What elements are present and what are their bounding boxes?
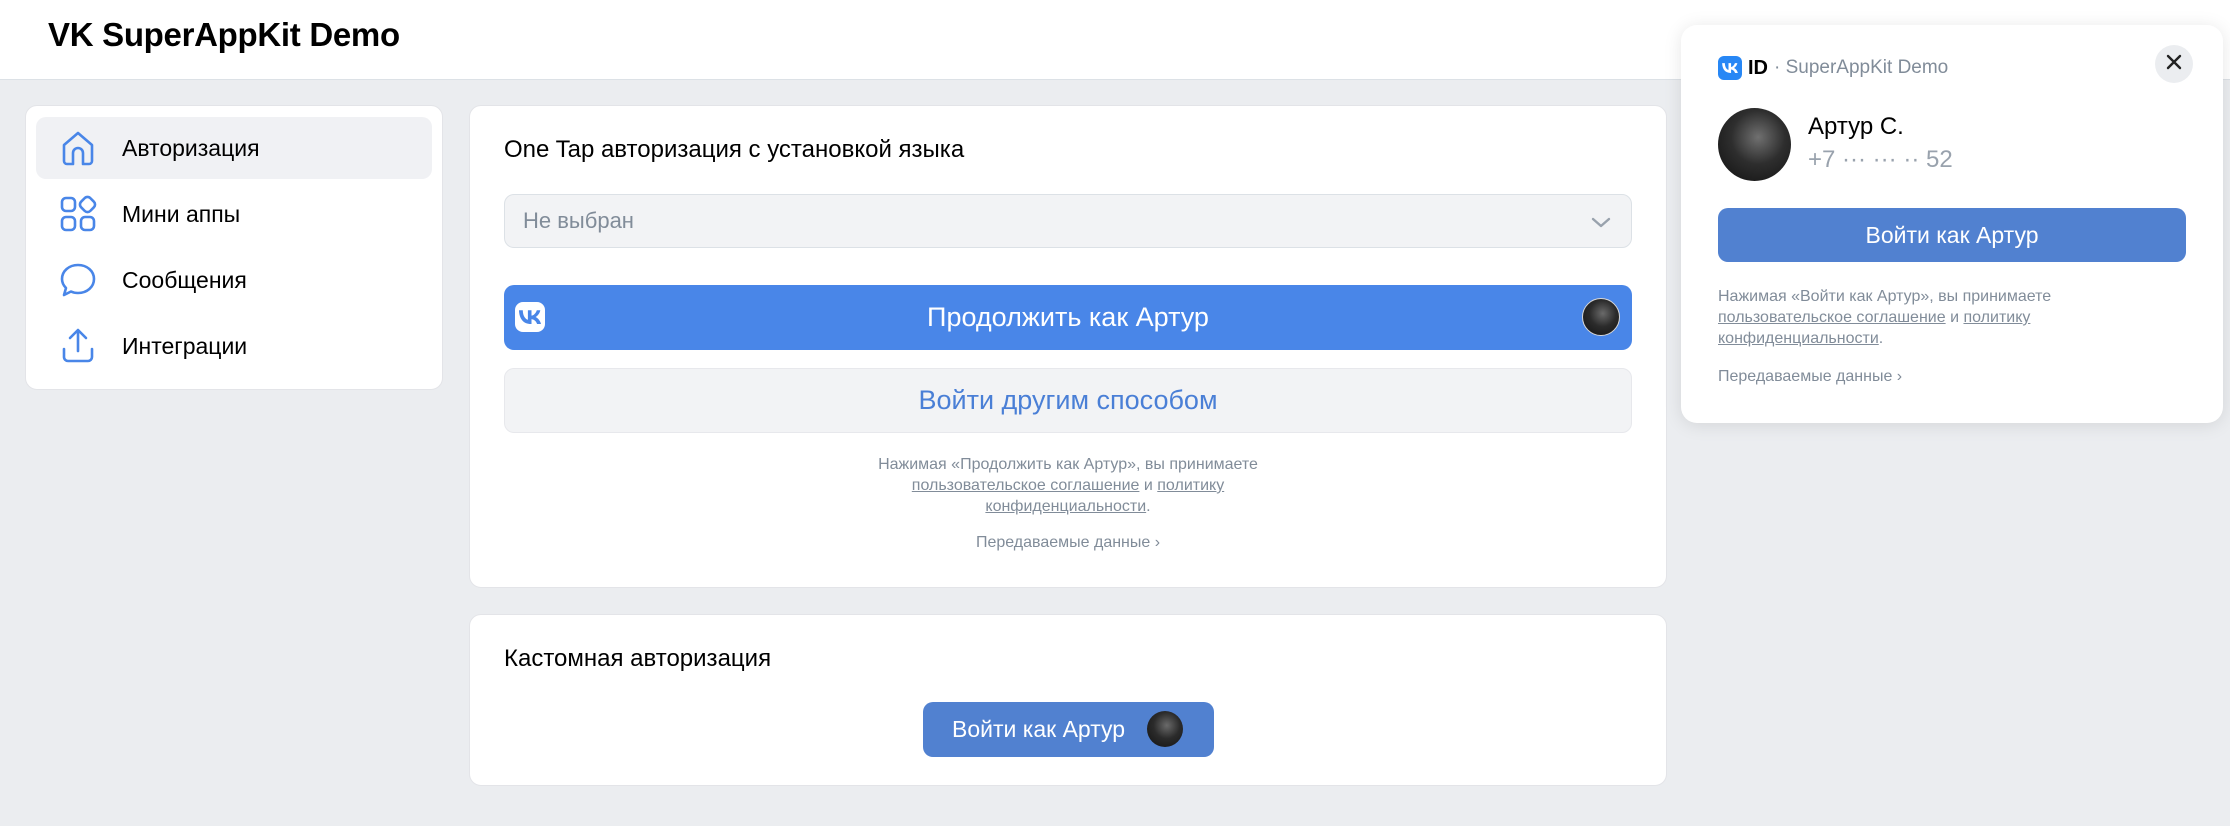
other-method-label: Войти другим способом — [918, 385, 1218, 415]
sidebar-item-label: Авторизация — [122, 134, 260, 161]
message-icon — [58, 260, 98, 300]
close-button[interactable] — [2155, 45, 2193, 83]
sidebar-item-integrations[interactable]: Интеграции — [36, 315, 432, 377]
login-as-button[interactable]: Войти как Артур — [923, 702, 1214, 757]
privacy-policy-link[interactable]: политику — [1963, 309, 2030, 326]
terms-end: . — [1146, 498, 1151, 515]
custom-auth-title: Кастомная авторизация — [504, 645, 772, 672]
terms-and: и — [1950, 309, 1960, 326]
sidebar: Авторизация Мини аппы Сообщения Интеграц… — [25, 105, 443, 390]
onetap-title: One Tap авторизация с установкой языка — [504, 136, 965, 163]
avatar — [1582, 298, 1620, 336]
popup-app-name: · SuperAppKit Demo — [1774, 57, 1949, 78]
user-name: Артур С. — [1808, 113, 1904, 140]
chevron-down-icon — [1589, 210, 1613, 239]
vkid-popup: ID · SuperAppKit Demo Артур С. +7 ··· ··… — [1681, 25, 2223, 423]
user-phone: +7 ··· ··· ·· 52 — [1808, 146, 1953, 173]
popup-login-label: Войти как Артур — [1865, 221, 2039, 248]
language-select-value: Не выбран — [523, 208, 634, 233]
user-agreement-link[interactable]: пользовательское соглашение — [1718, 309, 1946, 326]
popup-header: ID · SuperAppKit Demo — [1718, 56, 1948, 80]
sidebar-item-label: Интеграции — [122, 332, 248, 359]
popup-terms-text: Нажимая «Войти как Артур», вы принимаете… — [1718, 286, 2186, 349]
share-icon — [58, 326, 98, 366]
terms-prefix: Нажимая «Войти как Артур», вы принимаете — [1718, 288, 2052, 305]
sidebar-item-mini-apps[interactable]: Мини аппы — [36, 183, 432, 245]
vk-logo-icon — [1718, 56, 1742, 80]
transferred-data-link[interactable]: Передаваемые данные › — [504, 534, 1632, 552]
privacy-policy-link-cont[interactable]: конфиденциальности — [985, 498, 1146, 515]
terms-prefix: Нажимая «Продолжить как Артур», вы прини… — [878, 456, 1258, 473]
transferred-data-link[interactable]: Передаваемые данные › — [1718, 368, 1902, 386]
sidebar-item-authorization[interactable]: Авторизация — [36, 117, 432, 179]
apps-icon — [58, 194, 98, 234]
continue-as-button[interactable]: Продолжить как Артур — [504, 285, 1632, 350]
language-select[interactable]: Не выбран — [504, 194, 1632, 248]
vk-logo-icon — [515, 302, 545, 332]
onetap-card: One Tap авторизация с установкой языка Н… — [469, 105, 1667, 588]
continue-as-label: Продолжить как Артур — [927, 302, 1209, 332]
user-agreement-link[interactable]: пользовательское соглашение — [912, 477, 1140, 494]
privacy-policy-link[interactable]: политику — [1157, 477, 1224, 494]
sidebar-item-label: Мини аппы — [122, 200, 241, 227]
home-icon — [58, 128, 98, 168]
avatar — [1718, 108, 1791, 181]
terms-end: . — [1878, 330, 1884, 347]
vkid-brand: ID — [1748, 56, 1768, 79]
other-method-button[interactable]: Войти другим способом — [504, 368, 1632, 433]
close-icon — [2165, 53, 2183, 76]
sidebar-item-messages[interactable]: Сообщения — [36, 249, 432, 311]
terms-text: Нажимая «Продолжить как Артур», вы прини… — [504, 454, 1632, 517]
avatar — [1147, 711, 1183, 747]
terms-and: и — [1143, 477, 1153, 494]
custom-auth-card: Кастомная авторизация Войти как Артур — [469, 614, 1667, 786]
login-as-label: Войти как Артур — [952, 716, 1126, 742]
popup-login-button[interactable]: Войти как Артур — [1718, 208, 2186, 262]
sidebar-item-label: Сообщения — [122, 266, 247, 293]
privacy-policy-link-cont[interactable]: конфиденциальности — [1718, 330, 1879, 347]
app-title: VK SuperAppKit Demo — [48, 16, 400, 53]
